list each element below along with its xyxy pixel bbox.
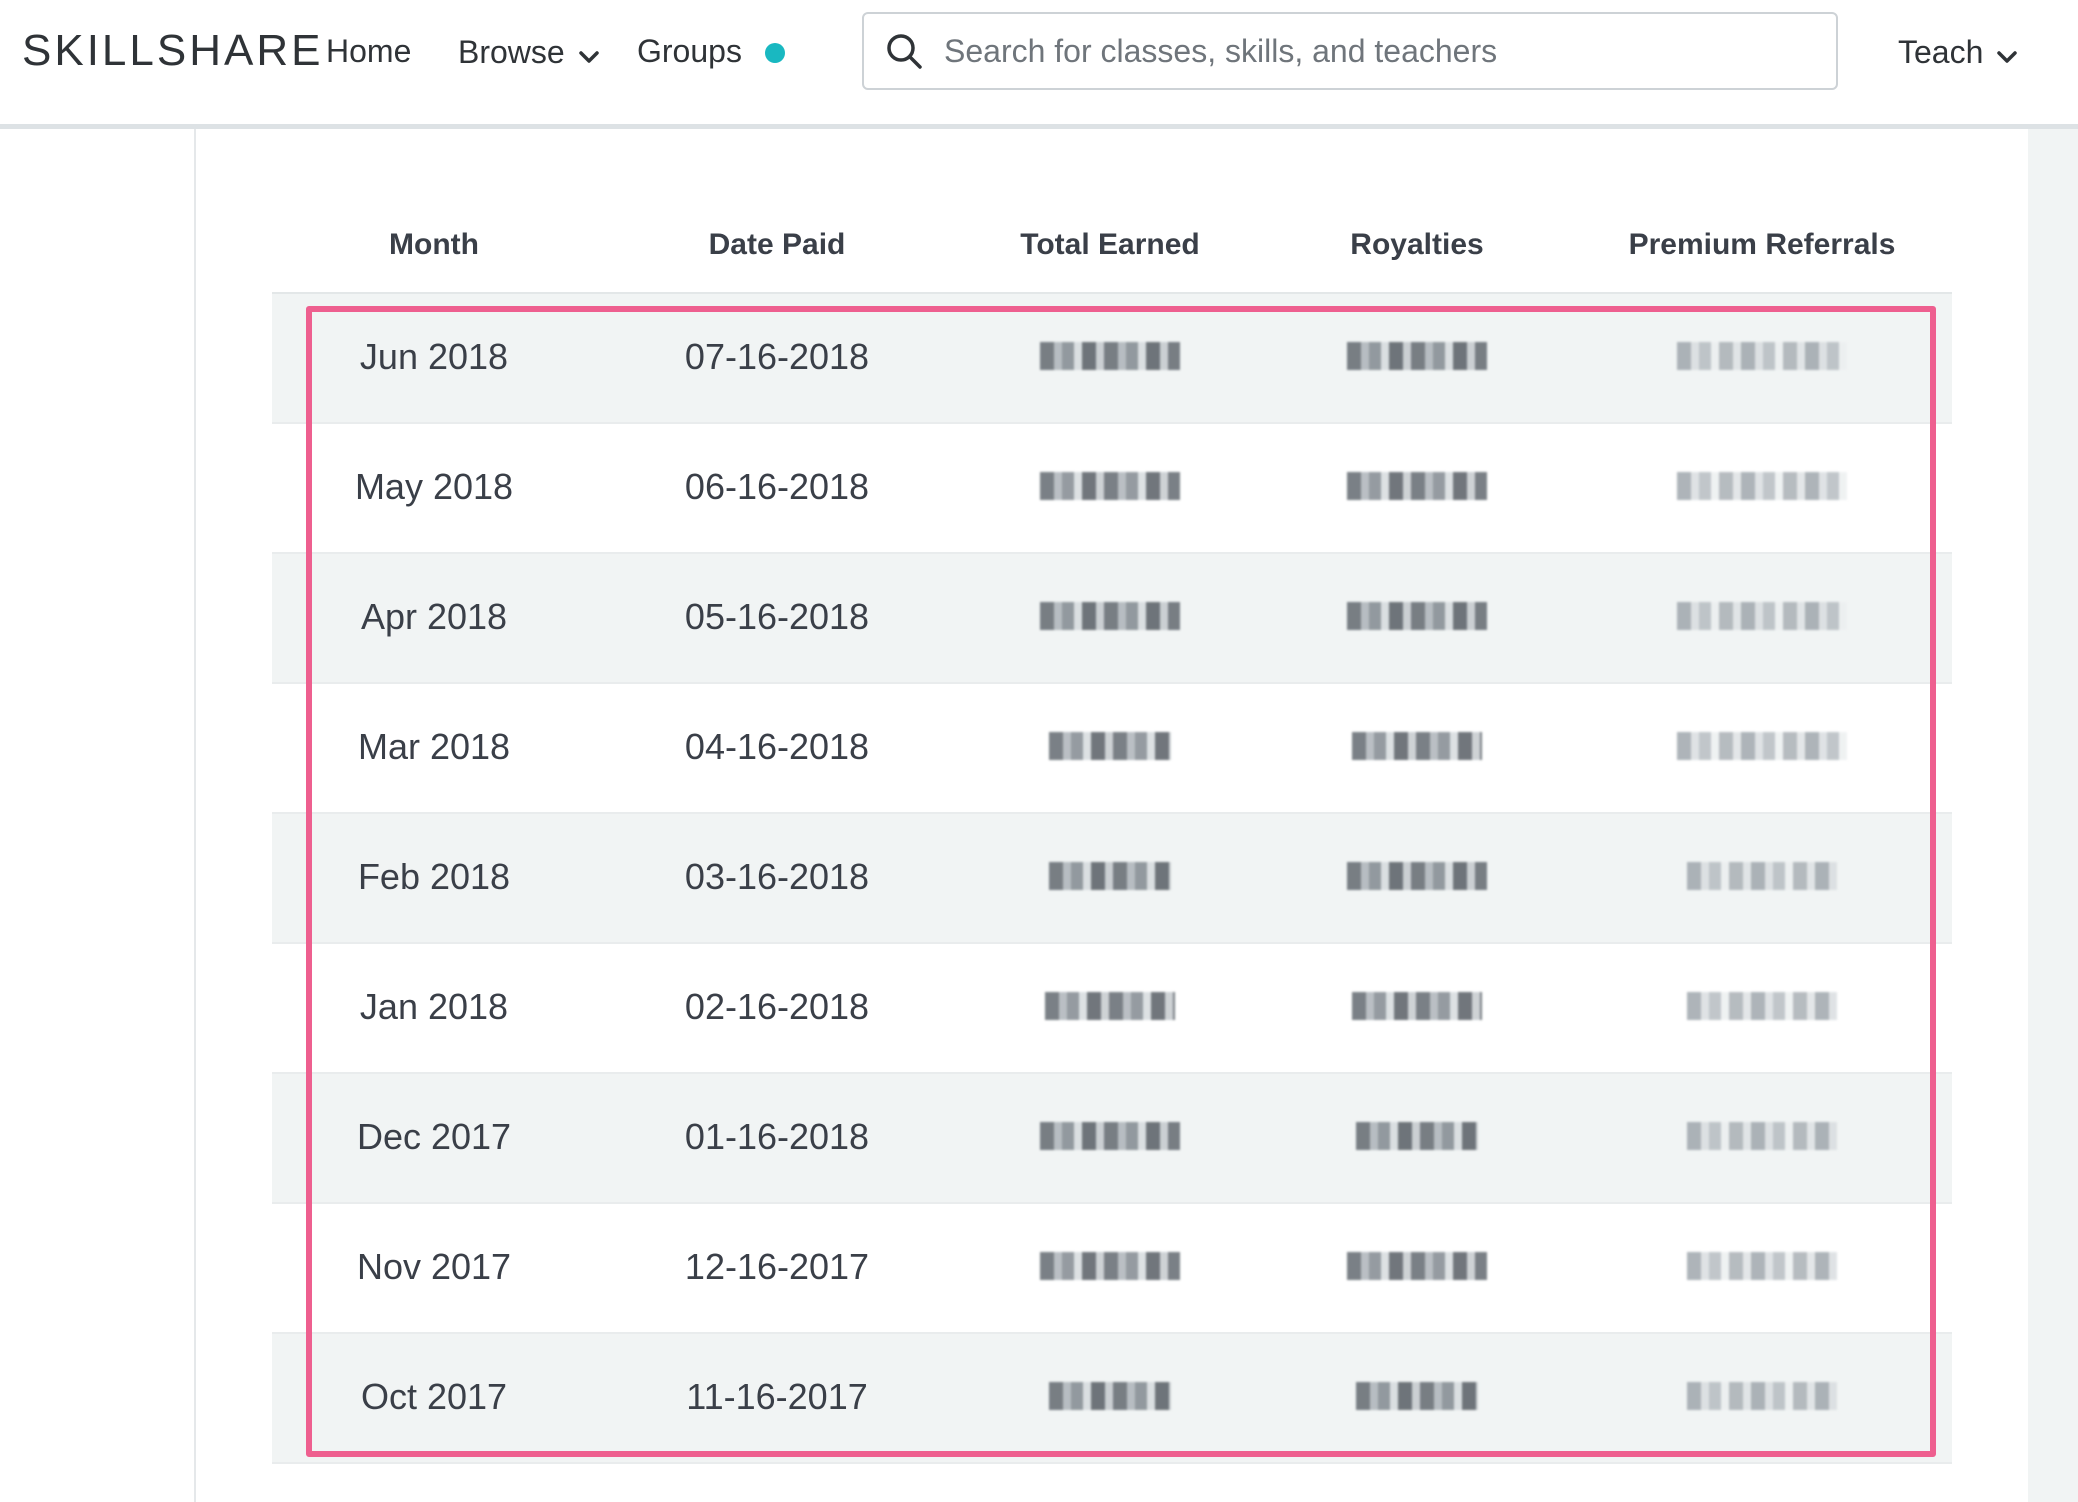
total-earned-obscured <box>1040 342 1180 370</box>
royalties-obscured <box>1347 472 1487 500</box>
month-cell: May 2018 <box>354 466 514 507</box>
groups-notification-dot <box>765 43 785 63</box>
month-cell: Jan 2018 <box>359 986 509 1027</box>
royalties-obscured <box>1356 1122 1478 1150</box>
table-row: Apr 2018 05-16-2018 <box>272 554 1952 684</box>
date-paid-cell: 06-16-2018 <box>684 466 870 507</box>
nav-teach-label: Teach <box>1898 34 1984 70</box>
premium-referrals-obscured <box>1687 1252 1837 1280</box>
month-cell: Mar 2018 <box>357 726 511 767</box>
premium-referrals-obscured <box>1687 862 1837 890</box>
earnings-table-header: Month Date Paid Total Earned Royalties P… <box>272 210 1952 294</box>
column-header-date-paid: Date Paid <box>708 228 846 261</box>
month-cell: Apr 2018 <box>360 596 508 637</box>
top-nav-bar: SKILLSHARE Home Browse Groups Teach <box>0 0 2078 129</box>
royalties-obscured <box>1347 342 1487 370</box>
date-paid-cell: 07-16-2018 <box>684 336 870 377</box>
date-paid-cell: 04-16-2018 <box>684 726 870 767</box>
month-cell: Oct 2017 <box>360 1376 508 1417</box>
nav-home-link[interactable]: Home <box>326 33 411 70</box>
table-row: Feb 2018 03-16-2018 <box>272 814 1952 944</box>
search-icon <box>884 31 924 71</box>
total-earned-obscured <box>1040 1252 1180 1280</box>
search-bar[interactable] <box>862 12 1838 90</box>
chevron-down-icon <box>578 35 599 72</box>
date-paid-cell: 03-16-2018 <box>684 856 870 897</box>
table-row: Oct 2017 11-16-2017 <box>272 1334 1952 1464</box>
total-earned-obscured <box>1040 1122 1180 1150</box>
total-earned-obscured <box>1040 472 1180 500</box>
content-left-divider <box>194 129 196 1502</box>
table-row: Jun 2018 07-16-2018 <box>272 294 1952 424</box>
total-earned-obscured <box>1049 1382 1171 1410</box>
date-paid-cell: 02-16-2018 <box>684 986 870 1027</box>
search-input[interactable] <box>942 31 1806 71</box>
premium-referrals-obscured <box>1687 1122 1837 1150</box>
date-paid-cell: 01-16-2018 <box>684 1116 870 1157</box>
premium-referrals-obscured <box>1677 342 1847 370</box>
right-side-rail <box>2028 129 2078 1502</box>
chevron-down-icon <box>1997 35 2018 72</box>
premium-referrals-obscured <box>1687 1382 1837 1410</box>
royalties-obscured <box>1356 1382 1478 1410</box>
royalties-obscured <box>1347 1252 1487 1280</box>
table-row: May 2018 06-16-2018 <box>272 424 1952 554</box>
table-row: Jan 2018 02-16-2018 <box>272 944 1952 1074</box>
month-cell: Jun 2018 <box>359 336 509 377</box>
total-earned-obscured <box>1040 602 1180 630</box>
royalties-obscured <box>1347 862 1487 890</box>
premium-referrals-obscured <box>1687 992 1837 1020</box>
total-earned-obscured <box>1045 992 1175 1020</box>
premium-referrals-obscured <box>1677 732 1847 760</box>
earnings-table-body: Jun 2018 07-16-2018 May 2018 06-16-2018 … <box>272 294 1952 1464</box>
premium-referrals-obscured <box>1677 472 1847 500</box>
royalties-obscured <box>1352 992 1482 1020</box>
column-header-month: Month <box>389 228 479 261</box>
column-header-total-earned: Total Earned <box>1020 228 1200 261</box>
total-earned-obscured <box>1049 732 1171 760</box>
date-paid-cell: 11-16-2017 <box>686 1376 868 1417</box>
nav-browse-label: Browse <box>458 34 565 70</box>
month-cell: Nov 2017 <box>356 1246 512 1287</box>
date-paid-cell: 12-16-2017 <box>684 1246 870 1287</box>
nav-groups-link[interactable]: Groups <box>637 33 742 70</box>
column-header-premium-referrals: Premium Referrals <box>1628 228 1896 261</box>
table-row: Dec 2017 01-16-2018 <box>272 1074 1952 1204</box>
date-paid-cell: 05-16-2018 <box>684 596 870 637</box>
nav-browse-dropdown[interactable]: Browse <box>458 33 599 72</box>
royalties-obscured <box>1352 732 1482 760</box>
month-cell: Feb 2018 <box>357 856 511 897</box>
royalties-obscured <box>1347 602 1487 630</box>
table-row: Mar 2018 04-16-2018 <box>272 684 1952 814</box>
table-row: Nov 2017 12-16-2017 <box>272 1204 1952 1334</box>
premium-referrals-obscured <box>1677 602 1847 630</box>
skillshare-logo[interactable]: SKILLSHARE <box>22 26 323 76</box>
nav-teach-dropdown[interactable]: Teach <box>1898 33 2018 72</box>
month-cell: Dec 2017 <box>356 1116 512 1157</box>
column-header-royalties: Royalties <box>1350 228 1484 261</box>
total-earned-obscured <box>1049 862 1171 890</box>
